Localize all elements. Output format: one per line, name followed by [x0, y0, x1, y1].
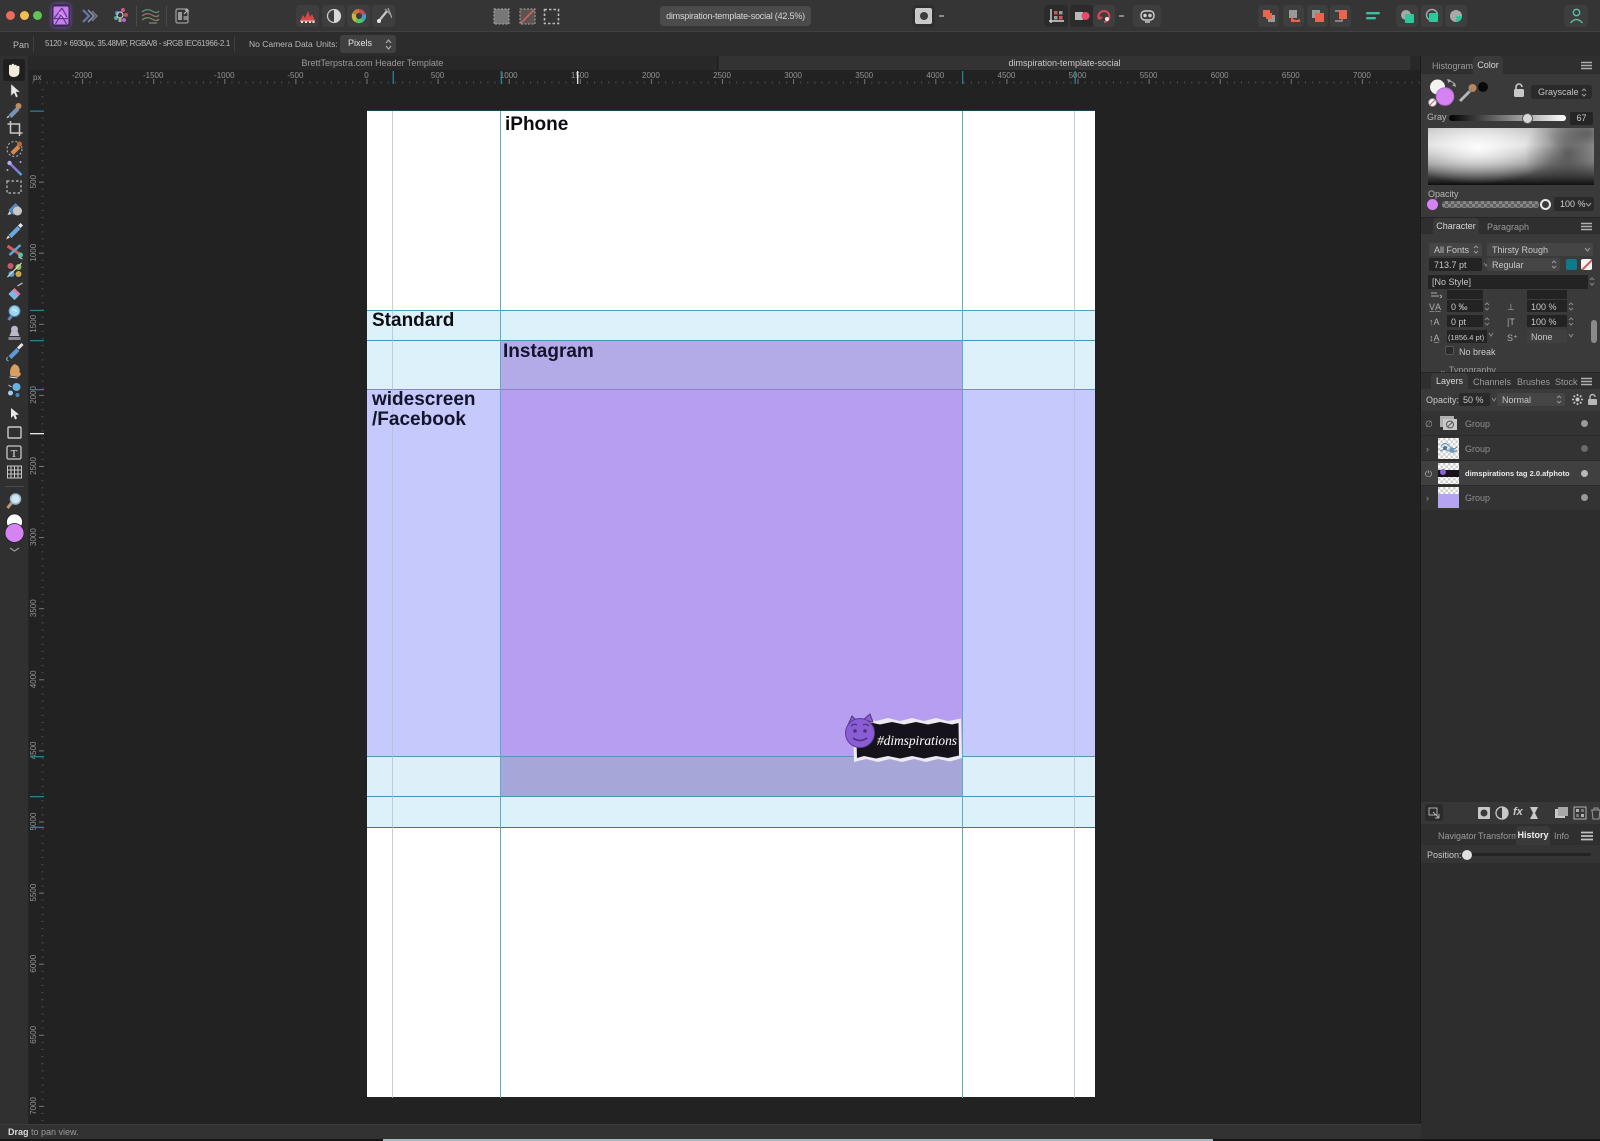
- svg-text:T: T: [11, 448, 18, 460]
- svg-text:7000: 7000: [1353, 71, 1371, 80]
- svg-text:2000: 2000: [642, 71, 660, 80]
- svg-text:6500: 6500: [1282, 71, 1300, 80]
- svg-text:-1500: -1500: [143, 71, 164, 80]
- svg-text:6000: 6000: [1211, 71, 1229, 80]
- svg-text:3000: 3000: [29, 528, 38, 546]
- svg-text:1000: 1000: [500, 71, 518, 80]
- svg-text:500: 500: [29, 174, 38, 188]
- svg-text:6000: 6000: [29, 954, 38, 972]
- svg-text:#dimspirations: #dimspirations: [877, 733, 957, 748]
- svg-text:5000: 5000: [1069, 71, 1087, 80]
- svg-text:2500: 2500: [713, 71, 731, 80]
- svg-text:1500: 1500: [571, 71, 589, 80]
- svg-text:4500: 4500: [998, 71, 1016, 80]
- svg-text:7000: 7000: [29, 1096, 38, 1114]
- svg-text:2500: 2500: [29, 457, 38, 475]
- svg-text:2000: 2000: [29, 385, 38, 403]
- svg-text:-1000: -1000: [214, 71, 235, 80]
- svg-text:3500: 3500: [29, 599, 38, 617]
- svg-text:1500: 1500: [29, 314, 38, 332]
- svg-text:500: 500: [431, 71, 445, 80]
- svg-text:3500: 3500: [855, 71, 873, 80]
- svg-text:5500: 5500: [29, 883, 38, 901]
- svg-text:0: 0: [364, 71, 369, 80]
- svg-text:-500: -500: [287, 71, 304, 80]
- svg-text:6500: 6500: [29, 1025, 38, 1043]
- svg-text:3000: 3000: [784, 71, 802, 80]
- svg-text:5500: 5500: [1140, 71, 1158, 80]
- svg-text:-2000: -2000: [72, 71, 93, 80]
- svg-text:4000: 4000: [29, 670, 38, 688]
- svg-text:1000: 1000: [29, 243, 38, 261]
- svg-text:4000: 4000: [926, 71, 944, 80]
